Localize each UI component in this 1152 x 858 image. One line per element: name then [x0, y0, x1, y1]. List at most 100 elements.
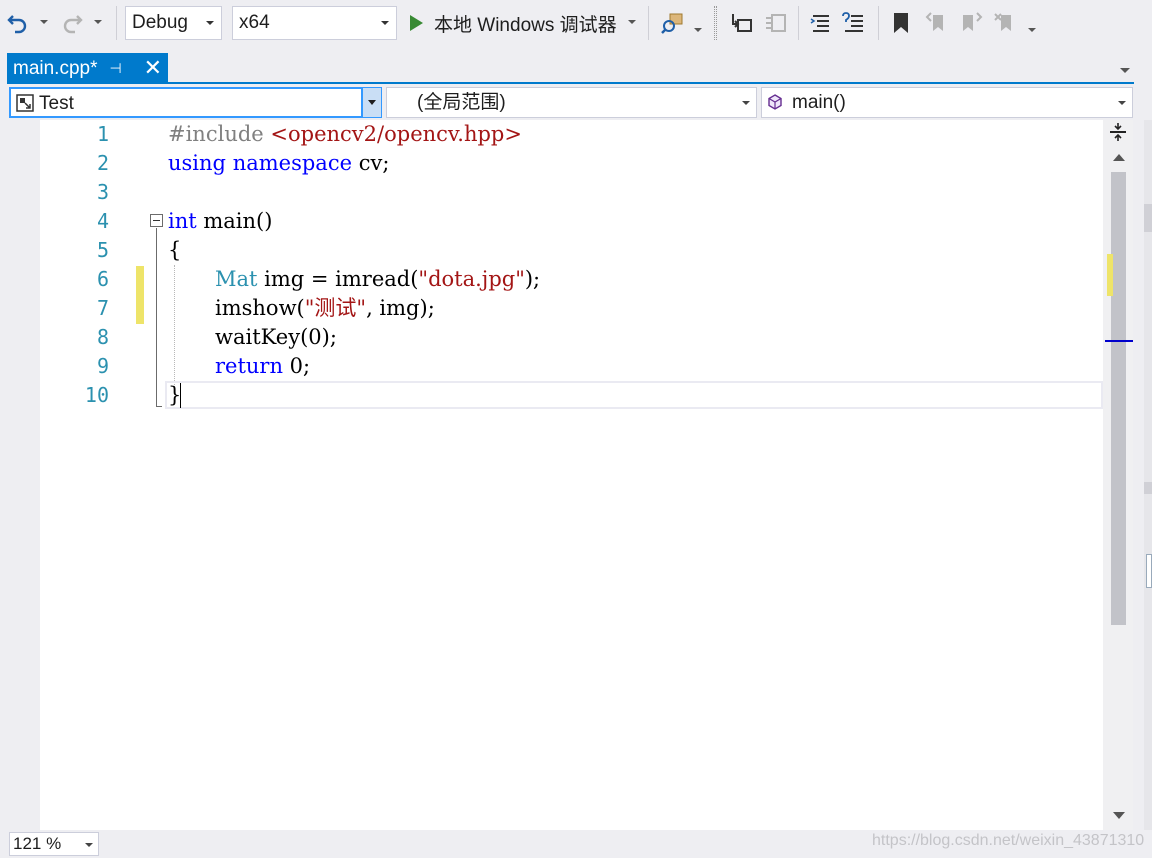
toolbar-separator: [648, 6, 649, 40]
line-number: 7: [96, 296, 109, 320]
side-panel-marker: [1144, 204, 1152, 232]
debug-target-dropdown-icon[interactable]: [628, 20, 636, 24]
preprocessor-directive: #include: [168, 122, 264, 146]
code-text: 0;: [283, 354, 311, 378]
code-line-4: int main(): [168, 207, 272, 236]
line-number: 8: [96, 325, 109, 349]
bookmark-icon[interactable]: [890, 8, 912, 38]
scroll-down-icon[interactable]: [1113, 812, 1125, 819]
redo-dropdown-icon[interactable]: [94, 20, 102, 24]
scope-value: (全局范围): [417, 92, 506, 113]
start-debugging-button[interactable]: 本地 Windows 调试器: [408, 6, 617, 40]
scope-select[interactable]: (全局范围): [386, 87, 757, 118]
method-icon: [768, 94, 782, 110]
code-text: );: [524, 267, 541, 291]
tab-main-cpp[interactable]: main.cpp* ⊣ ✕: [7, 53, 168, 84]
code-line-1: #include <opencv2/opencv.hpp>: [168, 120, 522, 149]
solution-config-select[interactable]: Debug: [125, 6, 222, 40]
code-text: waitKey(0);: [215, 325, 337, 349]
indent-guide: [174, 265, 175, 393]
undo-dropdown-icon[interactable]: [40, 20, 48, 24]
string-literal: "dota.jpg": [418, 267, 525, 291]
code-text: {: [168, 238, 182, 262]
glyph-margin[interactable]: [9, 120, 40, 830]
split-window-icon[interactable]: [1109, 122, 1127, 146]
code-line-5: {: [168, 236, 181, 265]
side-panel-marker: [1144, 482, 1152, 494]
code-text: img = imread(: [257, 267, 419, 291]
scrollbar-caret-marker: [1105, 340, 1133, 342]
close-icon[interactable]: ✕: [144, 55, 162, 81]
step-over-icon[interactable]: [762, 8, 788, 38]
platform-select[interactable]: x64: [232, 6, 397, 40]
keyword: int: [168, 209, 197, 233]
code-line-9: return 0;: [215, 352, 310, 381]
chevron-down-icon: [742, 101, 750, 105]
project-icon: [16, 94, 34, 112]
tab-title: main.cpp*: [13, 57, 98, 79]
uncomment-lines-icon[interactable]: [840, 8, 866, 38]
type-name: Mat: [215, 267, 258, 291]
collapse-icon[interactable]: [150, 214, 163, 227]
line-number: 10: [84, 383, 109, 407]
line-number: 5: [96, 238, 109, 262]
code-line-6: Mat img = imread("dota.jpg");: [215, 265, 540, 294]
code-text: main(): [196, 209, 273, 233]
keyword: return: [215, 354, 283, 378]
vertical-scrollbar[interactable]: [1103, 120, 1133, 830]
text-caret: [180, 383, 181, 408]
outline-bracket-end: [156, 406, 162, 407]
previous-bookmark-icon[interactable]: [924, 8, 950, 38]
code-text: cv;: [352, 151, 390, 175]
line-number: 6: [96, 267, 109, 291]
project-select[interactable]: Test: [9, 87, 363, 118]
toolbar-separator: [116, 6, 117, 40]
zoom-value: 121 %: [13, 834, 62, 853]
document-tab-strip: main.cpp* ⊣ ✕: [0, 46, 1152, 84]
scrollbar-thumb[interactable]: [1111, 172, 1126, 625]
pin-icon[interactable]: ⊣: [110, 60, 122, 77]
start-debugging-label: 本地 Windows 调试器: [434, 14, 617, 36]
step-into-icon[interactable]: [728, 8, 754, 38]
editor-bottom-bar: 121 % https://blog.csdn.net/weixin_43871…: [0, 830, 1152, 858]
comment-lines-icon[interactable]: [808, 8, 834, 38]
toolbar-gripper: [714, 6, 717, 40]
outline-bracket: [156, 228, 157, 406]
code-line-8: waitKey(0);: [215, 323, 337, 352]
find-in-files-icon[interactable]: [660, 8, 686, 38]
redo-icon[interactable]: [60, 8, 84, 38]
project-value: Test: [39, 93, 74, 114]
chevron-down-icon: [85, 843, 93, 847]
line-number: 3: [96, 180, 109, 204]
line-number: 4: [96, 209, 109, 233]
project-dropdown-button[interactable]: [362, 87, 382, 118]
zoom-select[interactable]: 121 %: [9, 832, 99, 856]
member-select[interactable]: main(): [761, 87, 1133, 118]
member-value: main(): [792, 92, 846, 113]
line-number: 2: [96, 151, 109, 175]
scroll-up-icon[interactable]: [1113, 154, 1125, 161]
undo-icon[interactable]: [6, 8, 30, 38]
current-line-highlight: [165, 381, 1103, 409]
code-text: , img);: [366, 296, 435, 320]
side-panel-tab[interactable]: [1146, 554, 1152, 588]
keyword: using: [168, 151, 226, 175]
tab-overflow-dropdown-icon[interactable]: [1120, 68, 1130, 73]
line-number: 9: [96, 354, 109, 378]
find-dropdown-icon[interactable]: [694, 28, 702, 32]
code-editor[interactable]: 1 2 3 4 5 6 7 8 9 10 #include <opencv2/o…: [9, 120, 1133, 830]
chevron-down-icon: [206, 21, 214, 25]
string-literal: "测试": [304, 296, 367, 320]
toolbar-separator: [878, 6, 879, 40]
toolbar-separator: [798, 6, 799, 40]
include-path: <opencv2/opencv.hpp>: [270, 122, 522, 146]
keyword: namespace: [232, 151, 353, 175]
play-icon: [410, 15, 423, 31]
toolbar: Debug x64 本地 Windows 调试器: [0, 0, 1152, 46]
toolbar-overflow-icon[interactable]: [1028, 28, 1036, 32]
clear-bookmarks-icon[interactable]: [992, 8, 1018, 38]
platform-value: x64: [239, 12, 270, 33]
next-bookmark-icon[interactable]: [958, 8, 984, 38]
chevron-down-icon: [381, 21, 389, 25]
chevron-down-icon: [1118, 101, 1126, 105]
